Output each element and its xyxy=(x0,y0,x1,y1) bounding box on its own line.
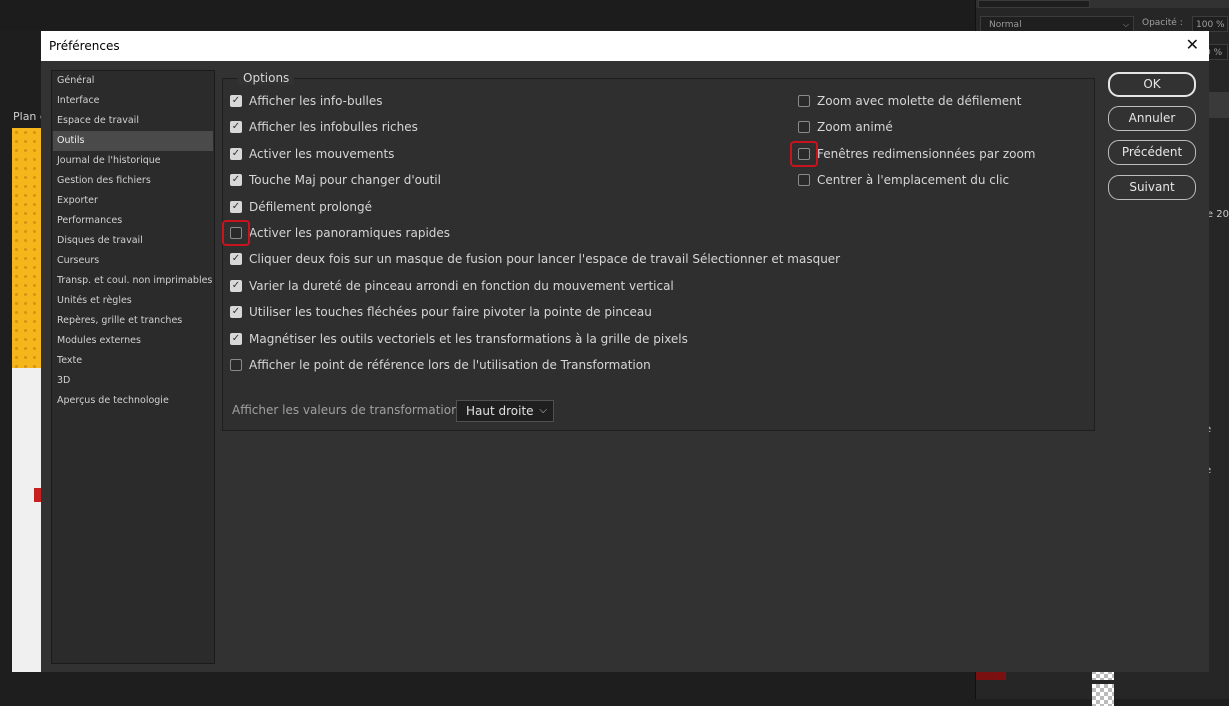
blend-mode-select[interactable]: Normal ⌵ xyxy=(980,16,1134,32)
option-label: Utiliser les touches fléchées pour faire… xyxy=(249,305,652,320)
preferences-nav: Général Interface Espace de travail Outils J… xyxy=(51,70,215,664)
nav-item-general[interactable]: Général xyxy=(53,71,213,91)
nav-item-exporter[interactable]: Exporter xyxy=(53,191,213,211)
option-checkbox[interactable]: ✓ Activer les mouvements xyxy=(230,145,394,163)
option-checkbox[interactable]: ✓ Cliquer deux fois sur un masque de fusi… xyxy=(230,250,840,268)
option-checkbox[interactable]: ✓ Afficher les info-bulles xyxy=(230,92,383,110)
blend-mode-value: Normal xyxy=(989,20,1022,30)
layer-color-tag xyxy=(976,672,1006,680)
checkbox-checked-icon[interactable]: ✓ xyxy=(230,95,242,107)
checkbox-checked-icon[interactable]: ✓ xyxy=(230,147,242,160)
option-checkbox[interactable]: Activer les panoramiques rapides xyxy=(230,224,450,242)
preferences-dialog: Préférences ✕ Général Interface Espace de … xyxy=(41,31,1209,672)
option-checkbox[interactable]: ✓ Utiliser les touches fléchées pour fair… xyxy=(230,303,652,321)
dialog-title: Préférences xyxy=(49,39,120,53)
option-checkbox[interactable]: ✓ Défilement prolongé xyxy=(230,198,372,216)
option-checkbox[interactable]: ✓ Magnétiser les outils vectoriels et les… xyxy=(230,330,688,348)
checkbox-unchecked-icon[interactable] xyxy=(798,121,810,134)
checkbox-unchecked-icon[interactable] xyxy=(798,174,810,187)
option-checkbox[interactable]: ✓ Touche Maj pour changer d'outil xyxy=(230,171,441,189)
checkbox-checked-icon[interactable]: ✓ xyxy=(230,121,242,134)
option-label: Zoom animé xyxy=(817,120,893,135)
option-label: Magnétiser les outils vectoriels et les … xyxy=(249,331,688,346)
nav-item-curseurs[interactable]: Curseurs xyxy=(53,251,213,271)
nav-item-transp-et-coul-non-imprimables[interactable]: Transp. et coul. non imprimables xyxy=(53,271,213,291)
nav-item-3d[interactable]: 3D xyxy=(53,371,213,391)
checkbox-checked-icon[interactable]: ✓ xyxy=(230,174,242,187)
cancel-button[interactable]: Annuler xyxy=(1108,106,1196,131)
chevron-down-icon: ⌵ xyxy=(539,405,547,416)
option-checkbox[interactable]: Fenêtres redimensionnées par zoom xyxy=(798,145,1035,163)
option-label: Afficher les infobulles riches xyxy=(249,120,418,135)
previous-button[interactable]: Précédent xyxy=(1108,140,1196,165)
nav-item-reperes-grille-et-tranches[interactable]: Repères, grille et tranches xyxy=(53,311,213,331)
option-label: Défilement prolongé xyxy=(249,199,373,214)
dialog-titlebar: Préférences ✕ xyxy=(41,31,1209,61)
transform-values-select[interactable]: Haut droite ⌵ xyxy=(456,400,554,422)
close-icon[interactable]: ✕ xyxy=(1186,35,1199,54)
nav-item-apercus-de-technologie[interactable]: Aperçus de technologie xyxy=(53,391,213,411)
next-button[interactable]: Suivant xyxy=(1108,175,1196,200)
option-checkbox[interactable]: Afficher le point de référence lors de l… xyxy=(230,356,651,374)
transform-values-selected: Haut droite xyxy=(466,404,534,418)
options-group-label: Options xyxy=(238,71,295,85)
option-label: Cliquer deux fois sur un masque de fusio… xyxy=(249,252,841,267)
nav-item-espace-de-travail[interactable]: Espace de travail xyxy=(53,111,213,131)
highlight-annotation xyxy=(790,140,818,167)
checkbox-checked-icon[interactable]: ✓ xyxy=(230,279,242,292)
option-checkbox[interactable]: ✓ Afficher les infobulles riches xyxy=(230,118,418,136)
nav-item-outils[interactable]: Outils xyxy=(53,131,213,151)
option-checkbox[interactable]: Centrer à l'emplacement du clic xyxy=(798,171,1009,189)
option-checkbox[interactable]: Zoom animé xyxy=(798,118,893,136)
option-label: Fenêtres redimensionnées par zoom xyxy=(817,146,1036,161)
nav-item-disques-de-travail[interactable]: Disques de travail xyxy=(53,231,213,251)
canvas-artwork xyxy=(12,128,42,368)
option-label: Afficher le point de référence lors de l… xyxy=(249,358,651,372)
checkbox-unchecked-icon[interactable] xyxy=(230,359,242,371)
option-label: Touche Maj pour changer d'outil xyxy=(249,173,441,188)
option-checkbox[interactable]: ✓ Varier la dureté de pinceau arrondi en … xyxy=(230,277,674,295)
app-topbar xyxy=(0,0,975,30)
transform-values-label: Afficher les valeurs de transformation : xyxy=(232,403,467,417)
checkbox-checked-icon[interactable]: ✓ xyxy=(230,332,242,345)
option-label: Activer les panoramiques rapides xyxy=(249,226,451,240)
nav-item-modules-externes[interactable]: Modules externes xyxy=(53,331,213,351)
option-label: Centrer à l'emplacement du clic xyxy=(817,173,1010,188)
option-label: Afficher les info-bulles xyxy=(249,94,383,108)
nav-item-gestion-des-fichiers[interactable]: Gestion des fichiers xyxy=(53,171,213,191)
option-label: Varier la dureté de pinceau arrondi en f… xyxy=(249,278,674,293)
ok-button[interactable]: OK xyxy=(1108,72,1196,97)
layer-thumbnail xyxy=(1092,684,1114,706)
nav-item-performances[interactable]: Performances xyxy=(53,211,213,231)
nav-item-journal-de-l-historique[interactable]: Journal de l'historique xyxy=(53,151,213,171)
checkbox-unchecked-icon[interactable] xyxy=(798,95,810,107)
document-canvas xyxy=(12,128,42,672)
opacity-label: Opacité : xyxy=(1142,18,1183,28)
opacity-field[interactable]: 100 % xyxy=(1192,16,1228,32)
nav-item-texte[interactable]: Texte xyxy=(53,351,213,371)
option-checkbox[interactable]: Zoom avec molette de défilement xyxy=(798,92,1022,110)
option-label: Activer les mouvements xyxy=(249,146,395,161)
nav-item-unites-et-regles[interactable]: Unités et règles xyxy=(53,291,213,311)
checkbox-checked-icon[interactable]: ✓ xyxy=(230,200,242,213)
highlight-annotation xyxy=(222,220,250,246)
option-label: Zoom avec molette de défilement xyxy=(817,94,1022,108)
nav-item-interface[interactable]: Interface xyxy=(53,91,213,111)
checkbox-checked-icon[interactable]: ✓ xyxy=(230,253,242,266)
layer-search-field[interactable] xyxy=(978,0,1090,8)
checkbox-checked-icon[interactable]: ✓ xyxy=(230,306,242,319)
